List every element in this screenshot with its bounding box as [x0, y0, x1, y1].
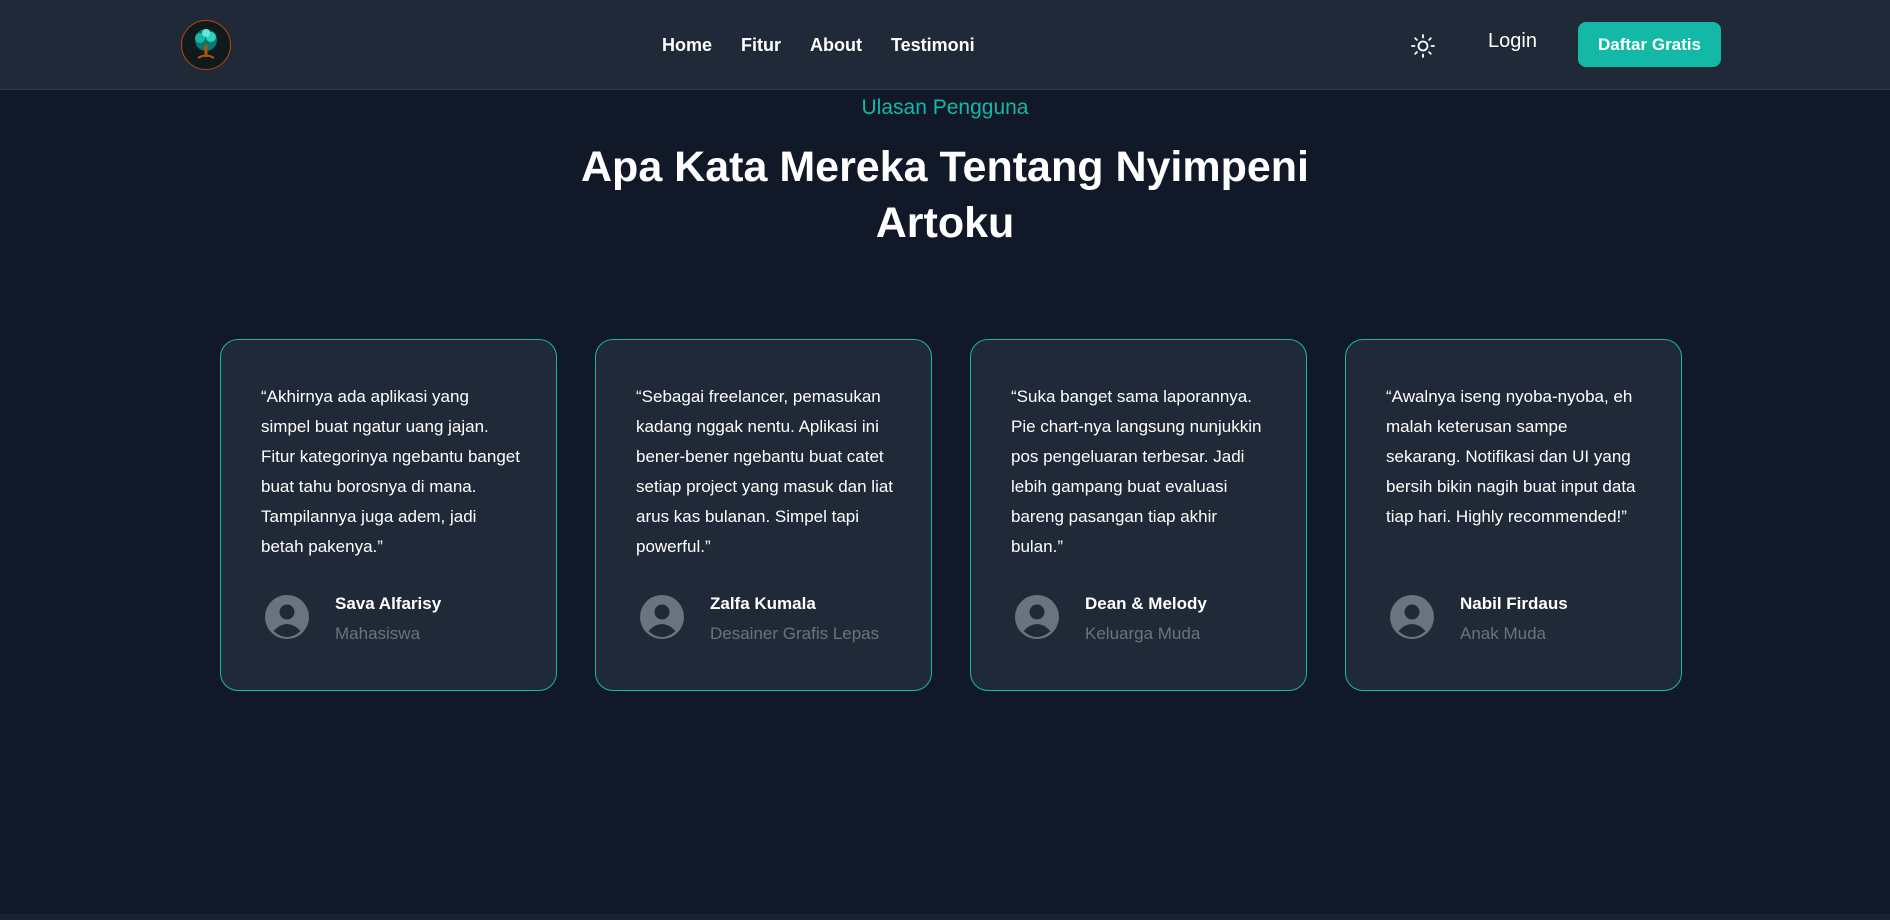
testimonial-quote: “Sebagai freelancer, pemasukan kadang ng…	[636, 387, 894, 556]
author-name: Zalfa Kumala	[710, 594, 816, 613]
signup-button[interactable]: Daftar Gratis	[1578, 22, 1721, 67]
author-info: Zalfa Kumala Desainer Grafis Lepas	[710, 589, 879, 649]
testimonial-card: “Akhirnya ada aplikasi yang simpel buat …	[220, 339, 557, 691]
author-role: Desainer Grafis Lepas	[710, 624, 880, 643]
nav-testimoni[interactable]: Testimoni	[891, 35, 975, 56]
testimonial-card: “Suka banget sama laporannya. Pie chart-…	[970, 339, 1307, 691]
section-eyebrow: Ulasan Pengguna	[861, 96, 1029, 119]
testimonial-card: “Sebagai freelancer, pemasukan kadang ng…	[595, 339, 932, 691]
logo-link[interactable]	[181, 20, 231, 70]
author-name: Nabil Firdaus	[1460, 594, 1568, 613]
section-title: Apa Kata Mereka Tentang Nyimpeni Artoku	[581, 143, 1309, 247]
tree-logo-icon	[195, 29, 217, 59]
testimonial-quote: “Akhirnya ada aplikasi yang simpel buat …	[261, 387, 520, 556]
author-info: Nabil Firdaus Anak Muda	[1460, 589, 1568, 649]
author-role: Anak Muda	[1460, 624, 1546, 643]
theme-toggle-button[interactable]	[1406, 29, 1440, 63]
testimonial-quote: “Awalnya iseng nyoba-nyoba, eh malah ket…	[1386, 387, 1636, 526]
user-avatar-icon	[265, 595, 309, 639]
testimonial-card: “Awalnya iseng nyoba-nyoba, eh malah ket…	[1345, 339, 1682, 691]
testimonial-author: Dean & Melody Keluarga Muda	[1015, 594, 1207, 649]
nav-home[interactable]: Home	[662, 35, 712, 56]
user-avatar-icon	[1015, 595, 1059, 639]
main-nav: Home Fitur About Testimoni	[662, 0, 975, 90]
author-info: Sava Alfarisy Mahasiswa	[335, 589, 441, 649]
navbar: Home Fitur About Testimoni Login Daftar …	[0, 0, 1890, 90]
author-info: Dean & Melody Keluarga Muda	[1085, 589, 1207, 649]
nav-fitur[interactable]: Fitur	[741, 35, 781, 56]
author-role: Keluarga Muda	[1085, 624, 1201, 643]
sun-icon	[1411, 34, 1435, 58]
login-link[interactable]: Login	[1488, 30, 1537, 53]
testimonial-quote: “Suka banget sama laporannya. Pie chart-…	[1011, 387, 1262, 556]
author-name: Dean & Melody	[1085, 594, 1207, 613]
testimonial-list: “Akhirnya ada aplikasi yang simpel buat …	[220, 339, 1682, 691]
page-footer-edge	[0, 914, 1890, 920]
user-avatar-icon	[1390, 595, 1434, 639]
author-name: Sava Alfarisy	[335, 594, 442, 613]
nav-about[interactable]: About	[810, 35, 862, 56]
author-role: Mahasiswa	[335, 624, 421, 643]
user-avatar-icon	[640, 595, 684, 639]
testimonial-author: Zalfa Kumala Desainer Grafis Lepas	[640, 594, 879, 649]
testimonial-author: Sava Alfarisy Mahasiswa	[265, 594, 441, 649]
testimonial-author: Nabil Firdaus Anak Muda	[1390, 594, 1568, 649]
